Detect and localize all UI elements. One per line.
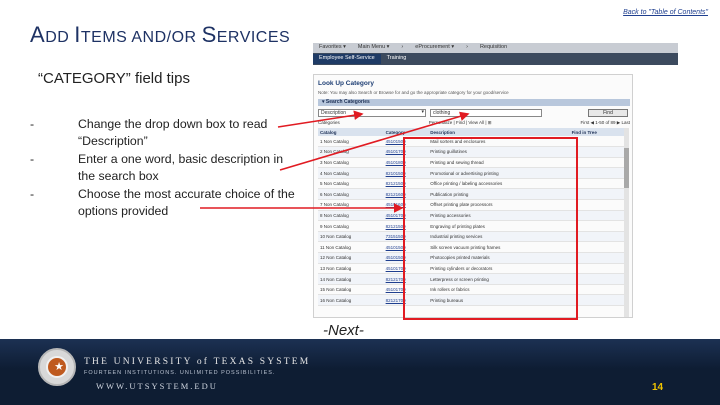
scrollbar[interactable] bbox=[624, 128, 629, 317]
tip-item: - Enter a one word, basic description in … bbox=[30, 151, 300, 184]
search-section-header[interactable]: ▾ Search Categories bbox=[318, 99, 630, 106]
title-part-s: ERVICES bbox=[216, 29, 291, 46]
page-number: 14 bbox=[652, 382, 664, 393]
tip-item: - Change the drop down box to read “Descr… bbox=[30, 116, 300, 149]
catalog-cell: 5 Non Catalog bbox=[318, 178, 384, 190]
catalog-cell: 13 Non Catalog bbox=[318, 263, 384, 275]
catalog-cell: 16 Non Catalog bbox=[318, 294, 384, 306]
grid-pager[interactable]: First ◀ 1-50 of 89 ▶ Last bbox=[581, 120, 630, 127]
bullet-dash: - bbox=[30, 152, 35, 166]
catalog-cell: 1 Non Catalog bbox=[318, 136, 384, 148]
menu-screenshot: Favorites ▾ Main Menu ▾ › eProcurement ▾… bbox=[313, 43, 678, 65]
lookup-help-text: Note: You may also Search or Browse for … bbox=[318, 90, 509, 95]
footer-banner: ★ THE UNIVERSITY of TEXAS SYSTEM FOURTEE… bbox=[0, 339, 720, 405]
breadcrumb: Favorites ▾ Main Menu ▾ › eProcurement ▾… bbox=[313, 43, 678, 53]
catalog-cell: 6 Non Catalog bbox=[318, 188, 384, 201]
title-part-i: TEMS AND/OR bbox=[80, 29, 202, 46]
catalog-cell: 10 Non Catalog bbox=[318, 231, 384, 243]
tip-item: - Choose the most accurate choice of the … bbox=[30, 186, 300, 219]
tip-text: Choose the most accurate choice of the o… bbox=[78, 187, 295, 218]
page-title: ADD ITEMS AND/OR SERVICES bbox=[30, 22, 290, 48]
bullet-dash: - bbox=[30, 117, 35, 131]
catalog-cell: 2 Non Catalog bbox=[318, 146, 384, 158]
tab-training[interactable]: Training bbox=[381, 54, 413, 64]
ut-seal-icon: ★ bbox=[38, 348, 76, 386]
catalog-cell: 12 Non Catalog bbox=[318, 252, 384, 264]
search-by-dropdown[interactable]: Description bbox=[318, 109, 426, 117]
column-header[interactable]: Catalog bbox=[318, 128, 384, 136]
section-subtitle: “CATEGORY” field tips bbox=[38, 70, 190, 87]
grid-tools[interactable]: Personalize | Find | View All | ⊞ bbox=[429, 120, 492, 127]
column-header[interactable]: Description bbox=[428, 128, 570, 136]
title-part-a: DD bbox=[45, 29, 75, 46]
title-letter-s: S bbox=[201, 22, 217, 47]
lookup-title: Look Up Category bbox=[318, 80, 374, 87]
next-label[interactable]: -Next- bbox=[323, 322, 364, 339]
catalog-cell: 11 Non Catalog bbox=[318, 241, 384, 254]
menu-requisition[interactable]: Requisition bbox=[474, 43, 513, 53]
tip-text: Enter a one word, basic description in t… bbox=[78, 152, 284, 183]
back-to-contents-link[interactable]: Back to "Table of Contents" bbox=[623, 9, 708, 16]
title-letter-i: I bbox=[74, 22, 81, 47]
menu-main[interactable]: Main Menu ▾ bbox=[352, 43, 396, 53]
menu-favorites[interactable]: Favorites ▾ bbox=[313, 43, 352, 53]
bullet-dash: - bbox=[30, 187, 35, 201]
find-button[interactable]: Find bbox=[588, 109, 628, 117]
catalog-cell: 4 Non Catalog bbox=[318, 167, 384, 179]
catalog-cell: 8 Non Catalog bbox=[318, 210, 384, 222]
tips-list: - Change the drop down box to read “Descr… bbox=[30, 116, 300, 219]
menu-eprocurement[interactable]: eProcurement ▾ bbox=[409, 43, 460, 53]
search-row: Description clothing Find bbox=[318, 108, 630, 118]
tab-employee-self-service[interactable]: Employee Self-Service bbox=[313, 54, 381, 64]
catalog-cell: 3 Non Catalog bbox=[318, 157, 384, 169]
title-letter-a: A bbox=[30, 22, 46, 47]
grid-navigation: Categories Personalize | Find | View All… bbox=[318, 120, 630, 127]
breadcrumb-separator: › bbox=[466, 44, 468, 50]
catalog-cell: 15 Non Catalog bbox=[318, 284, 384, 296]
catalog-cell: 7 Non Catalog bbox=[318, 199, 384, 211]
tip-text: Change the drop down box to read “Descri… bbox=[78, 117, 268, 148]
scrollbar-thumb[interactable] bbox=[624, 148, 629, 188]
catalog-cell: 14 Non Catalog bbox=[318, 273, 384, 285]
column-header[interactable]: Find in Tree bbox=[569, 128, 624, 136]
university-url: WWW.UTSYSTEM.EDU bbox=[96, 381, 218, 391]
highlight-box bbox=[403, 137, 578, 320]
university-tagline: FOURTEEN INSTITUTIONS. UNLIMITED POSSIBI… bbox=[84, 370, 276, 376]
grid-label: Categories bbox=[318, 120, 340, 125]
university-name: THE UNIVERSITY of TEXAS SYSTEM bbox=[84, 357, 311, 367]
breadcrumb-separator: › bbox=[401, 44, 404, 50]
column-header[interactable]: Category bbox=[383, 128, 429, 136]
catalog-cell: 9 Non Catalog bbox=[318, 220, 384, 232]
search-input[interactable]: clothing bbox=[430, 109, 542, 117]
